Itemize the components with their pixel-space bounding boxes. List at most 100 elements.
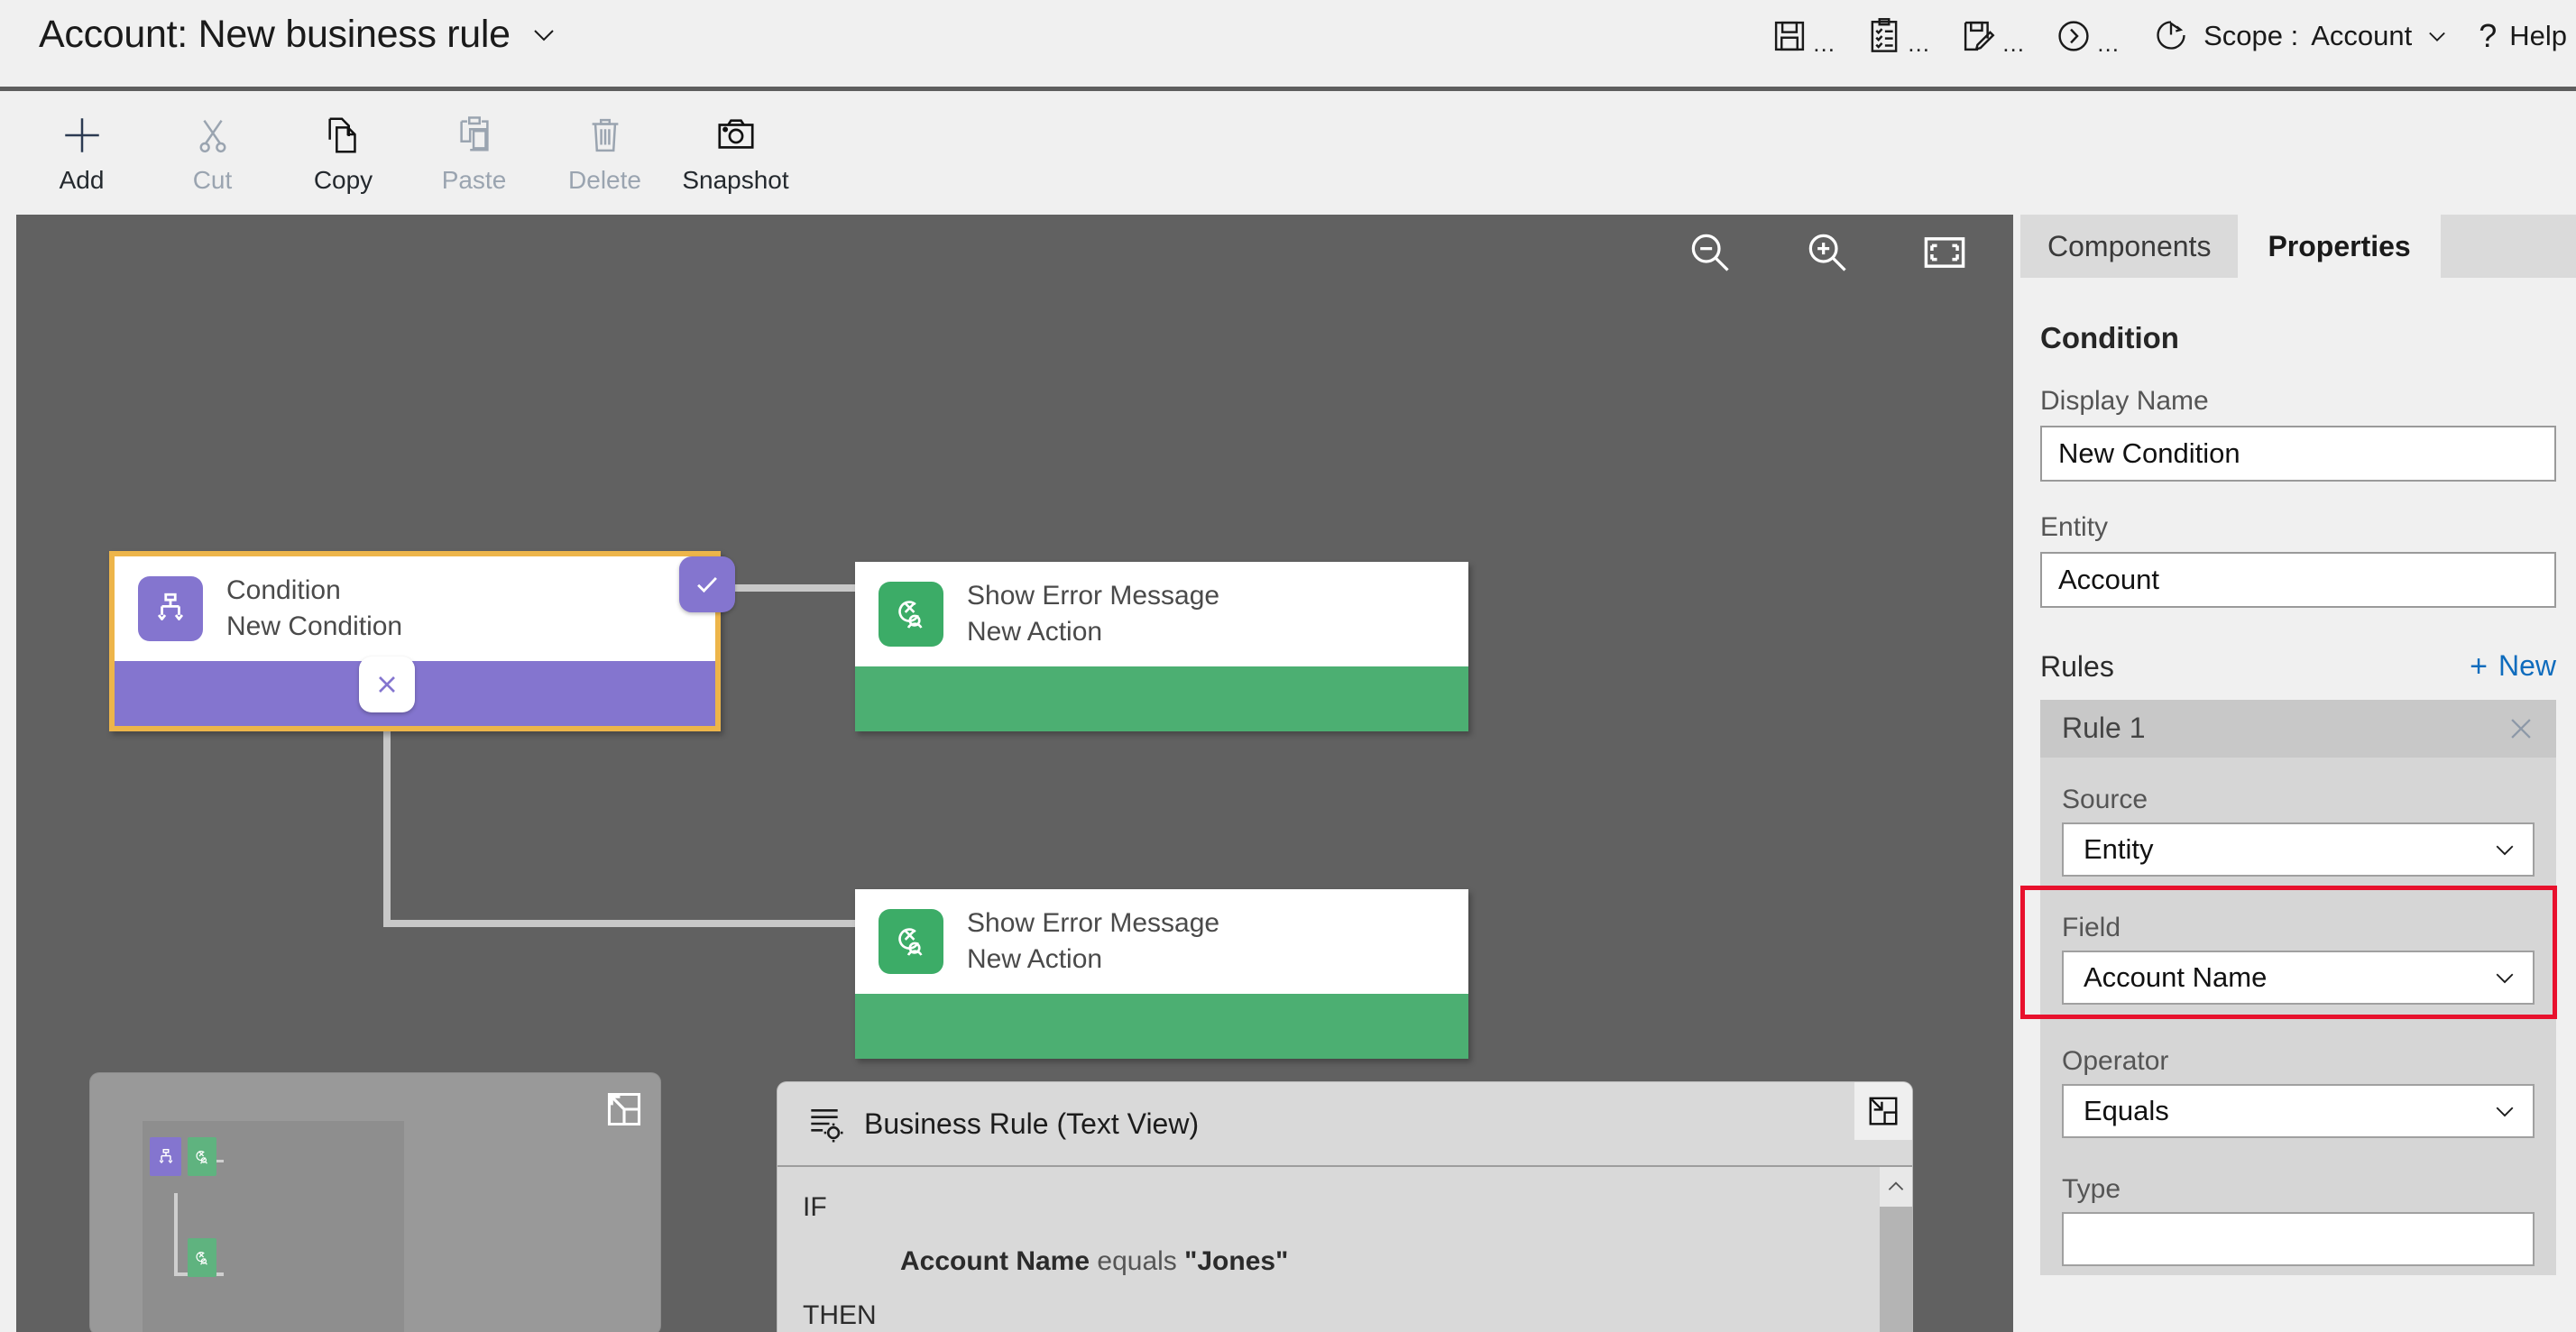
new-rule-label: New [2498, 649, 2556, 682]
magnifier-plus-icon[interactable] [1804, 229, 1851, 276]
scope-pie-icon [2153, 17, 2191, 55]
operator-select[interactable]: Equals [2062, 1083, 2535, 1138]
minimap[interactable] [90, 1073, 660, 1332]
entity-input[interactable]: Account [2040, 552, 2556, 608]
field-label: Field [2062, 912, 2121, 942]
text-view-body: IF Account Name equals "Jones" THEN [777, 1167, 1912, 1332]
scope-selector[interactable]: Scope : Account [2135, 12, 2462, 60]
save-icon [1771, 17, 1808, 55]
camera-icon [715, 112, 757, 159]
save-as-overflow[interactable]: … [2001, 21, 2026, 55]
rule-source-section: Source Entity [2040, 758, 2556, 886]
scissors-icon [192, 112, 234, 159]
help-button[interactable]: ? Help [2462, 14, 2576, 58]
text-view-scrollbar[interactable] [1880, 1167, 1912, 1332]
display-name-input[interactable]: New Condition [2040, 426, 2556, 482]
validate-overflow[interactable]: … [1907, 21, 1931, 55]
delete-label: Delete [568, 165, 641, 194]
error-message-icon [879, 582, 943, 647]
action-node-1-subtitle: New Action [967, 617, 1103, 647]
validate-button[interactable]: … [1851, 9, 1946, 63]
rule-title: Rule 1 [2062, 712, 2146, 744]
text-view-then-keyword: THEN [803, 1300, 877, 1330]
delete-button[interactable]: Delete [539, 96, 670, 210]
connector-false-horizontal [383, 920, 860, 927]
display-name-label: Display Name [2040, 386, 2209, 416]
tab-components[interactable]: Components [2020, 215, 2241, 278]
chevron-down-icon [2491, 836, 2518, 863]
text-view-if-keyword: IF [803, 1192, 827, 1222]
field-select[interactable]: Account Name [2062, 950, 2535, 1005]
action-node-2-text: Show Error Message New Action [967, 907, 1219, 976]
minimap-condition-node [150, 1137, 181, 1176]
chevron-down-icon [2491, 964, 2518, 991]
action-node-2-title: Show Error Message [967, 908, 1220, 938]
tab-properties[interactable]: Properties [2240, 215, 2441, 278]
save-button[interactable]: … [1756, 9, 1851, 63]
properties-panel: Components Properties Condition Display … [2020, 215, 2576, 1332]
cut-button[interactable]: Cut [147, 96, 278, 210]
expand-panel-icon[interactable] [1854, 1082, 1912, 1140]
chevron-down-icon[interactable] [530, 22, 557, 49]
plus-icon: + [2470, 648, 2488, 684]
text-view-condition-operator: equals [1097, 1246, 1177, 1276]
business-rule-text-view: Business Rule (Text View) IF Account Nam… [777, 1082, 1912, 1332]
action-node-2-subtitle: New Action [967, 944, 1103, 974]
condition-node-title: Condition [226, 575, 341, 605]
minimap-viewport [143, 1121, 404, 1332]
copy-button[interactable]: Copy [278, 96, 409, 210]
chevron-down-icon [2491, 1098, 2518, 1125]
scope-value: Account [2311, 20, 2413, 51]
business-rule-designer: Account: New business rule … … … … Scope… [0, 0, 2576, 1332]
close-icon[interactable] [2506, 713, 2536, 744]
text-view-condition-value: "Jones" [1184, 1246, 1289, 1276]
magnifier-minus-icon[interactable] [1687, 229, 1734, 276]
text-view-header: Business Rule (Text View) [777, 1082, 1912, 1167]
condition-node-footer [115, 661, 715, 726]
source-select[interactable]: Entity [2062, 822, 2535, 877]
copy-label: Copy [313, 165, 373, 194]
activate-overflow[interactable]: … [2096, 21, 2121, 55]
snapshot-button[interactable]: Snapshot [670, 96, 801, 210]
true-branch-badge[interactable] [679, 556, 735, 612]
minimap-action-node-1 [188, 1137, 216, 1176]
paste-button[interactable]: Paste [409, 96, 539, 210]
save-as-button[interactable]: … [1946, 9, 2040, 63]
collapse-minimap-icon[interactable] [604, 1089, 644, 1129]
snapshot-label: Snapshot [682, 165, 789, 194]
type-label: Type [2062, 1173, 2121, 1204]
question-mark-icon: ? [2479, 17, 2498, 54]
condition-node[interactable]: Condition New Condition [109, 551, 721, 731]
rules-row: Rules + New [2020, 608, 2576, 684]
operator-value: Equals [2084, 1094, 2169, 1126]
chevron-up-icon[interactable] [1880, 1167, 1912, 1207]
action-node-2[interactable]: Show Error Message New Action [855, 889, 1468, 1059]
type-select[interactable] [2062, 1211, 2535, 1266]
add-button[interactable]: Add [16, 96, 147, 210]
chevron-circle-icon [2055, 17, 2093, 55]
chevron-down-icon[interactable] [2424, 23, 2450, 49]
condition-node-subtitle: New Condition [226, 611, 403, 641]
save-overflow[interactable]: … [1812, 21, 1836, 55]
header-title-group[interactable]: Account: New business rule [39, 13, 557, 57]
condition-branch-icon [138, 576, 203, 641]
field-value: Account Name [2084, 960, 2268, 993]
tab-filler [2440, 215, 2576, 278]
cut-underline [158, 206, 267, 210]
action-node-1[interactable]: Show Error Message New Action [855, 562, 1468, 731]
command-bar: Add Cut Copy Paste Delete Snapshot [0, 96, 2576, 210]
false-branch-badge[interactable] [359, 657, 415, 712]
fit-screen-icon[interactable] [1921, 229, 1968, 276]
activate-button[interactable]: … [2040, 9, 2135, 63]
text-view-icon [805, 1104, 844, 1144]
scrollbar-thumb[interactable] [1880, 1207, 1912, 1332]
snapshot-underline [681, 206, 790, 210]
new-rule-button[interactable]: + New [2470, 649, 2556, 683]
entity-label: Entity [2040, 512, 2109, 542]
text-view-title: Business Rule (Text View) [864, 1107, 1200, 1140]
error-message-icon [879, 909, 943, 974]
action-node-1-footer [855, 666, 1468, 731]
copy-icon [323, 112, 364, 159]
action-node-1-body: Show Error Message New Action [855, 562, 1468, 666]
plus-icon [60, 112, 105, 159]
